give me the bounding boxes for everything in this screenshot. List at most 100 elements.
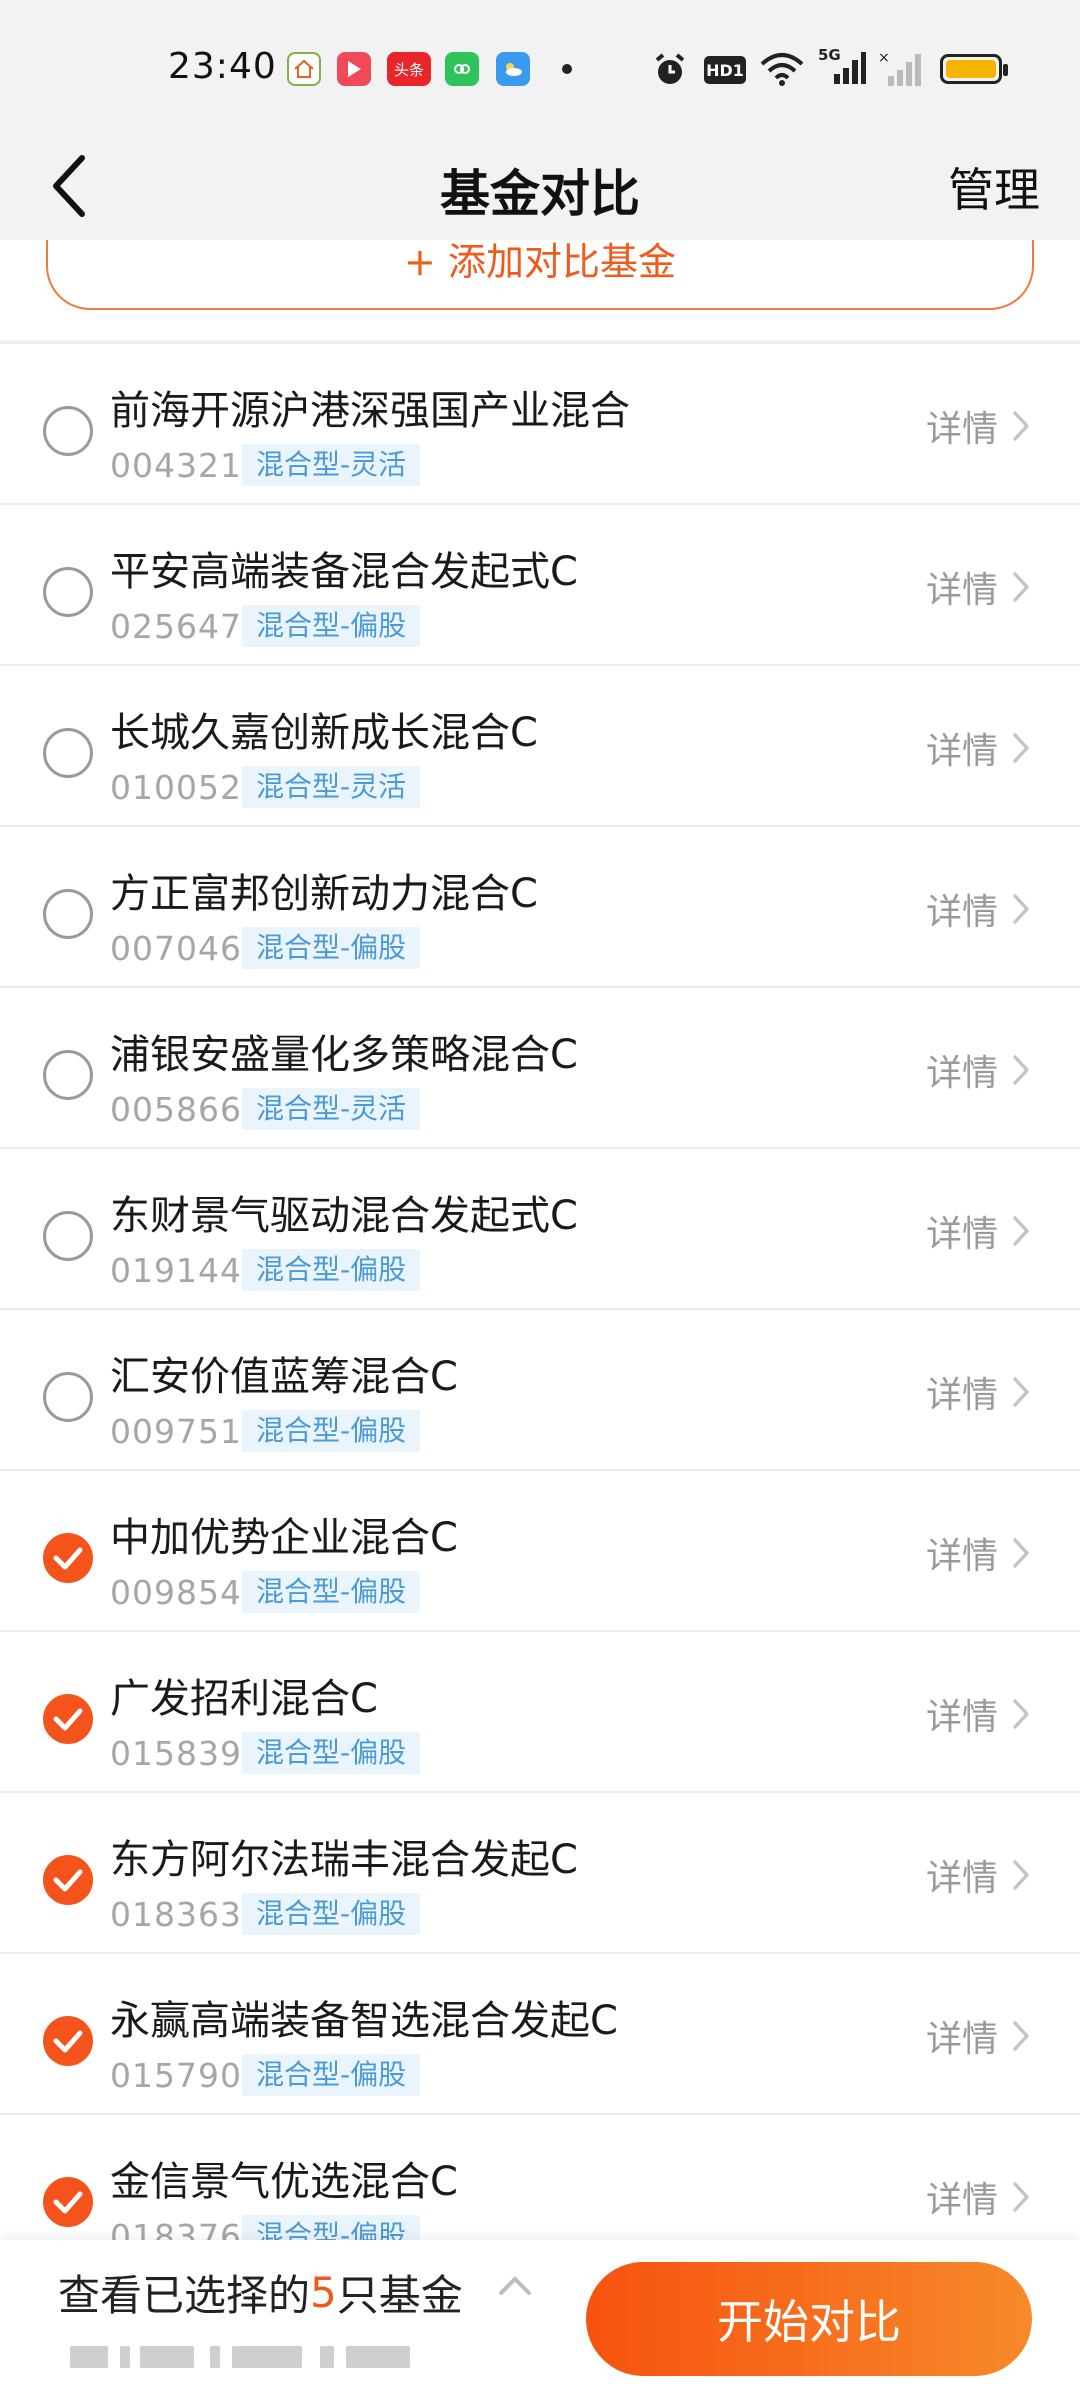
alarm-icon	[652, 52, 688, 92]
checked-circle-icon[interactable]	[43, 2016, 93, 2066]
detail-link[interactable]: 详情	[926, 2010, 1030, 2062]
fund-row[interactable]: 前海开源沪港深强国产业混合 004321 混合型-灵活 详情	[0, 342, 1080, 503]
page-title: 基金对比	[440, 165, 640, 223]
fund-list: 前海开源沪港深强国产业混合 004321 混合型-灵活 详情 平安高端装备混合发…	[0, 342, 1080, 2274]
selected-summary[interactable]: 查看已选择的 5 只基金	[58, 2262, 463, 2323]
chevron-right-icon	[1013, 2182, 1029, 2212]
chevron-right-icon	[1013, 1055, 1029, 1085]
detail-link[interactable]: 详情	[926, 883, 1030, 935]
fund-row[interactable]: 东财景气驱动混合发起式C 019144 混合型-偏股 详情	[0, 1147, 1080, 1308]
checked-circle-icon[interactable]	[43, 1533, 93, 1583]
detail-label: 详情	[925, 1375, 998, 1416]
nav-header: 基金对比 管理	[0, 140, 1080, 240]
fund-code: 019144	[110, 1251, 242, 1290]
chevron-right-icon	[1013, 411, 1029, 441]
home-icon	[287, 52, 321, 86]
detail-label: 详情	[925, 2019, 998, 2060]
svg-text:×: ×	[878, 50, 890, 66]
selected-count: 5	[310, 2268, 337, 2317]
fund-name: 长城久嘉创新成长混合C	[110, 710, 538, 756]
detail-link[interactable]: 详情	[926, 1527, 1030, 1579]
status-bar: 23:40 头条 HD1 5G ×	[0, 0, 1080, 140]
fund-code: 025647	[110, 607, 242, 646]
fund-code: 015790	[110, 2056, 242, 2095]
fund-row[interactable]: 方正富邦创新动力混合C 007046 混合型-偏股 详情	[0, 825, 1080, 986]
manage-button[interactable]: 管理	[948, 154, 1040, 220]
fund-code: 018363	[110, 1895, 242, 1934]
fund-type-tag: 混合型-偏股	[242, 1893, 421, 1935]
start-compare-button[interactable]: 开始对比	[586, 2262, 1032, 2376]
chevron-right-icon	[1013, 894, 1029, 924]
detail-link[interactable]: 详情	[926, 1044, 1030, 1096]
fund-row[interactable]: 永赢高端装备智选混合发起C 015790 混合型-偏股 详情	[0, 1952, 1080, 2113]
fund-code: 004321	[110, 446, 242, 485]
fund-name: 东方阿尔法瑞丰混合发起C	[110, 1837, 578, 1883]
fund-row[interactable]: 汇安价值蓝筹混合C 009751 混合型-偏股 详情	[0, 1308, 1080, 1469]
fund-type-tag: 混合型-偏股	[242, 927, 421, 969]
add-fund-button[interactable]: + 添加对比基金	[46, 240, 1034, 310]
detail-link[interactable]: 详情	[926, 561, 1030, 613]
detail-link[interactable]: 详情	[926, 722, 1030, 774]
unchecked-circle-icon[interactable]	[43, 406, 93, 456]
weather-icon	[496, 52, 530, 86]
battery-icon	[940, 54, 1008, 84]
fund-row[interactable]: 长城久嘉创新成长混合C 010052 混合型-灵活 详情	[0, 664, 1080, 825]
fund-name: 中加优势企业混合C	[110, 1515, 458, 1561]
fund-code: 009751	[110, 1412, 242, 1451]
fund-row[interactable]: 浦银安盛量化多策略混合C 005866 混合型-灵活 详情	[0, 986, 1080, 1147]
fund-type-tag: 混合型-偏股	[242, 1410, 421, 1452]
detail-link[interactable]: 详情	[926, 1849, 1030, 1901]
chevron-right-icon	[1013, 1216, 1029, 1246]
fund-name: 前海开源沪港深强国产业混合	[110, 388, 630, 434]
chevron-right-icon	[1013, 1377, 1029, 1407]
fund-code: 007046	[110, 929, 242, 968]
fund-name: 广发招利混合C	[110, 1676, 378, 1722]
fund-name: 永赢高端装备智选混合发起C	[110, 1998, 618, 2044]
detail-label: 详情	[925, 1697, 998, 1738]
checked-circle-icon[interactable]	[43, 2177, 93, 2227]
chevron-right-icon	[1013, 733, 1029, 763]
fund-row[interactable]: 中加优势企业混合C 009854 混合型-偏股 详情	[0, 1469, 1080, 1630]
unchecked-circle-icon[interactable]	[43, 567, 93, 617]
wifi-icon	[760, 52, 804, 90]
unchecked-circle-icon[interactable]	[43, 1372, 93, 1422]
fund-type-tag: 混合型-偏股	[242, 605, 421, 647]
detail-label: 详情	[925, 892, 998, 933]
unchecked-circle-icon[interactable]	[43, 728, 93, 778]
fund-code: 015839	[110, 1734, 242, 1773]
fund-type-tag: 混合型-偏股	[242, 1249, 421, 1291]
checked-circle-icon[interactable]	[43, 1855, 93, 1905]
detail-link[interactable]: 详情	[926, 400, 1030, 452]
fund-name: 东财景气驱动混合发起式C	[110, 1193, 578, 1239]
detail-label: 详情	[925, 2180, 998, 2221]
5g-signal-icon: 5G	[818, 46, 866, 92]
detail-label: 详情	[925, 570, 998, 611]
fund-type-tag: 混合型-偏股	[242, 2054, 421, 2096]
fund-name: 浦银安盛量化多策略混合C	[110, 1032, 578, 1078]
fund-row[interactable]: 广发招利混合C 015839 混合型-偏股 详情	[0, 1630, 1080, 1791]
unchecked-circle-icon[interactable]	[43, 1211, 93, 1261]
fund-row[interactable]: 平安高端装备混合发起式C 025647 混合型-偏股 详情	[0, 503, 1080, 664]
detail-link[interactable]: 详情	[926, 1366, 1030, 1418]
fund-type-tag: 混合型-灵活	[242, 766, 421, 808]
detail-label: 详情	[925, 1214, 998, 1255]
unchecked-circle-icon[interactable]	[43, 1050, 93, 1100]
fund-row[interactable]: 东方阿尔法瑞丰混合发起C 018363 混合型-偏股 详情	[0, 1791, 1080, 1952]
detail-link[interactable]: 详情	[926, 1688, 1030, 1740]
selected-summary-suffix: 只基金	[336, 2271, 463, 2320]
chevron-right-icon	[1013, 2021, 1029, 2051]
fund-name: 金信景气优选混合C	[110, 2159, 458, 2205]
wechat-mini-icon	[445, 52, 479, 86]
toutiao-app-icon: 头条	[387, 52, 431, 86]
checked-circle-icon[interactable]	[43, 1694, 93, 1744]
chevron-up-icon[interactable]	[498, 2274, 532, 2300]
detail-link[interactable]: 详情	[926, 2171, 1030, 2223]
add-fund-area: + 添加对比基金	[0, 240, 1080, 340]
notification-dot-icon	[562, 64, 572, 74]
detail-link[interactable]: 详情	[926, 1205, 1030, 1257]
detail-label: 详情	[925, 1858, 998, 1899]
signal-icon: ×	[878, 50, 926, 92]
unchecked-circle-icon[interactable]	[43, 889, 93, 939]
fund-name: 平安高端装备混合发起式C	[110, 549, 578, 595]
chevron-right-icon	[1013, 1699, 1029, 1729]
